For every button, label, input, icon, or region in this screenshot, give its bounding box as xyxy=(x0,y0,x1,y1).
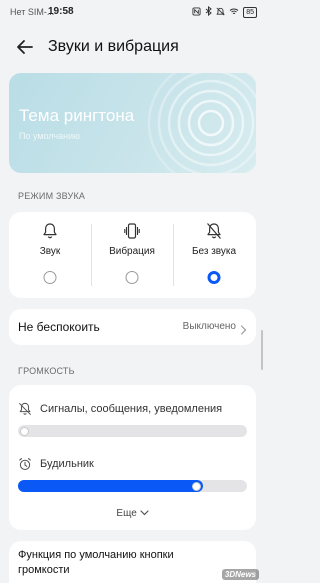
volume-section-label: ГРОМКОСТЬ xyxy=(18,366,75,376)
do-not-disturb-label: Не беспокоить xyxy=(18,320,100,334)
bell-icon xyxy=(42,222,58,240)
vibrate-icon xyxy=(124,222,140,240)
status-bar: Нет SIM-... 19:58 85 xyxy=(0,0,265,24)
volume-card: Сигналы, сообщения, уведомления Будильни… xyxy=(9,385,256,530)
wifi-icon xyxy=(229,7,239,18)
more-label: Еще xyxy=(116,508,137,519)
sound-mode-card: Звук Вибрация Без звука xyxy=(9,212,256,298)
scroll-indicator xyxy=(261,330,263,370)
clock: 19:58 xyxy=(48,6,74,17)
mode-option-vibration[interactable]: Вибрация xyxy=(91,212,173,298)
chevron-down-icon xyxy=(139,508,149,519)
back-arrow-icon[interactable] xyxy=(14,36,36,58)
mode-radio-sound[interactable] xyxy=(43,271,57,284)
ringtone-subtitle: По умолчанию xyxy=(19,131,80,141)
slider-thumb[interactable] xyxy=(192,481,202,491)
bluetooth-icon xyxy=(205,5,213,18)
volume-slider-alarm[interactable] xyxy=(18,480,247,492)
volume-slider-notifications[interactable] xyxy=(18,425,247,437)
do-not-disturb-value: Выключено xyxy=(182,321,236,332)
battery-indicator: 85 xyxy=(243,6,257,18)
ringtone-title: Тема рингтона xyxy=(19,106,135,125)
status-icons: 85 xyxy=(192,5,257,18)
alarm-clock-icon xyxy=(18,457,32,471)
page-header: Звуки и вибрация xyxy=(0,24,265,70)
page-title: Звуки и вибрация xyxy=(48,38,179,55)
mode-label-vibration: Вибрация xyxy=(109,246,155,257)
volume-buttons-label: Функция по умолчанию кнопки громкости xyxy=(18,549,174,576)
slider-thumb[interactable] xyxy=(19,426,29,436)
mode-label-silent: Без звука xyxy=(191,246,237,257)
bell-off-icon xyxy=(206,222,222,240)
volume-buttons-row[interactable]: Функция по умолчанию кнопки громкости xyxy=(9,541,256,583)
silent-icon xyxy=(216,7,225,18)
volume-label-notifications: Сигналы, сообщения, уведомления xyxy=(40,403,223,415)
mode-radio-vibration[interactable] xyxy=(125,271,139,284)
do-not-disturb-row[interactable]: Не беспокоить Выключено xyxy=(9,309,256,345)
more-button[interactable]: Еще xyxy=(9,508,256,519)
sound-waves-graphic xyxy=(147,73,256,173)
ringtone-theme-card[interactable]: Тема рингтона По умолчанию xyxy=(9,73,256,173)
mode-option-silent[interactable]: Без звука xyxy=(173,212,255,298)
mode-label-sound: Звук xyxy=(39,246,61,257)
mode-radio-silent[interactable] xyxy=(207,271,221,284)
volume-label-alarm: Будильник xyxy=(40,458,94,470)
chevron-right-icon xyxy=(240,322,247,335)
nfc-icon xyxy=(192,6,201,18)
sound-mode-section-label: РЕЖИМ ЗВУКА xyxy=(18,191,86,201)
mode-option-sound[interactable]: Звук xyxy=(9,212,91,298)
slider-fill xyxy=(18,480,203,492)
bell-off-icon xyxy=(18,402,32,416)
watermark-logo: 3DNews xyxy=(221,569,259,580)
